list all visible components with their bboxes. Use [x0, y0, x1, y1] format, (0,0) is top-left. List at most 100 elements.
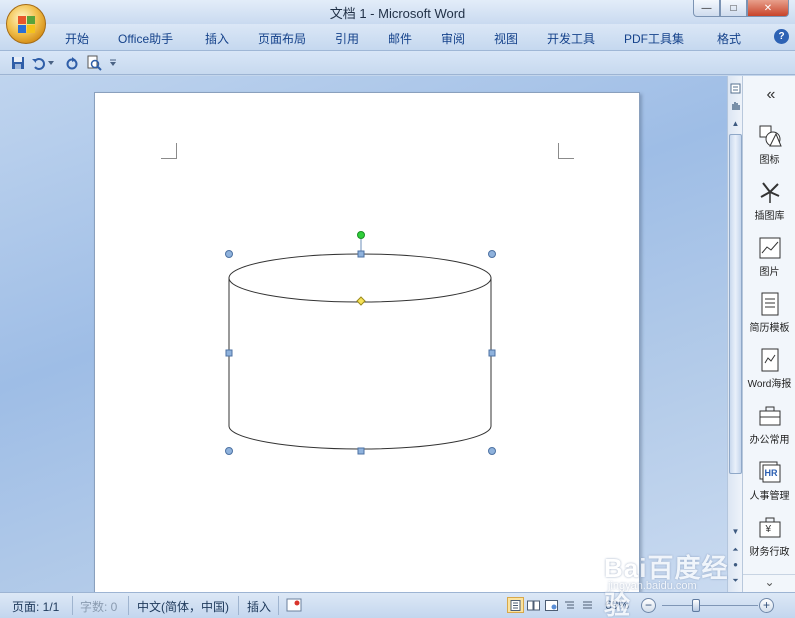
resize-handle-top[interactable]: [357, 250, 365, 258]
tab-page-layout[interactable]: 页面布局: [258, 30, 306, 47]
tab-format[interactable]: 格式: [717, 30, 741, 47]
help-glyph: ?: [778, 31, 785, 42]
side-item-label: 插图库: [754, 211, 785, 222]
side-item-illustrations[interactable]: 插图库: [743, 180, 795, 222]
previous-page-icon[interactable]: ⏶: [729, 542, 742, 557]
language-indicator[interactable]: 中文(简体，中国): [137, 598, 229, 615]
document-workspace: [0, 76, 727, 592]
print-preview-icon[interactable]: [86, 55, 102, 71]
office-logo-icon: [17, 15, 35, 33]
close-button[interactable]: ✕: [747, 0, 789, 17]
status-divider: [238, 596, 239, 615]
maximize-button[interactable]: □: [720, 0, 747, 17]
briefcase-icon: [758, 404, 782, 428]
quick-access-toolbar: [0, 51, 795, 75]
side-item-label: 办公常用: [749, 435, 790, 446]
can-shape[interactable]: [228, 253, 492, 450]
print-layout-view-icon[interactable]: [507, 597, 524, 613]
resize-handle-top-right[interactable]: [488, 250, 496, 258]
office-button[interactable]: [6, 4, 46, 44]
draft-view-icon[interactable]: [579, 597, 596, 613]
side-item-label: 图片: [759, 267, 780, 278]
poster-icon: [758, 348, 782, 372]
vertical-scrollbar[interactable]: ▲ ▼ ⏶ ● ⏷: [727, 76, 742, 592]
next-page-icon[interactable]: ⏷: [729, 573, 742, 588]
undo-dropdown-icon[interactable]: [47, 55, 55, 71]
status-divider: [128, 596, 129, 615]
help-icon[interactable]: ?: [774, 29, 789, 44]
side-item-picture[interactable]: 图片: [743, 236, 795, 278]
ruler-toggle-icon[interactable]: [729, 81, 742, 96]
tab-home[interactable]: 开始: [65, 30, 89, 47]
hand-pan-icon[interactable]: [729, 98, 742, 113]
ribbon-tabs: 开始 Office助手 插入 页面布局 引用 邮件 审阅 视图 开发工具 PDF…: [0, 24, 795, 51]
tab-mailings[interactable]: 邮件: [388, 30, 412, 47]
web-layout-view-icon[interactable]: [543, 597, 560, 613]
maximize-icon: □: [730, 2, 737, 14]
full-screen-reading-icon[interactable]: [525, 597, 542, 613]
tab-pdf-tools[interactable]: PDF工具集: [624, 30, 684, 47]
status-divider: [72, 596, 73, 615]
collapse-panel-icon[interactable]: «: [743, 86, 795, 104]
close-icon: ✕: [763, 2, 773, 14]
scroll-up-icon[interactable]: ▲: [729, 116, 742, 131]
scroll-down-icon[interactable]: ▼: [729, 524, 742, 539]
zoom-out-button[interactable]: −: [641, 598, 656, 613]
resize-handle-bottom-right[interactable]: [488, 447, 496, 455]
status-divider: [278, 596, 279, 615]
yen-badge: ¥: [765, 524, 772, 535]
shapes-icon: [758, 124, 782, 148]
side-item-shapes[interactable]: 图标: [743, 124, 795, 166]
minimize-button[interactable]: —: [693, 0, 720, 17]
resize-handle-bottom-left[interactable]: [225, 447, 233, 455]
picture-icon: [758, 236, 782, 260]
browse-object-icon[interactable]: ●: [729, 557, 742, 572]
tab-insert[interactable]: 插入: [205, 30, 229, 47]
insert-mode[interactable]: 插入: [247, 598, 271, 615]
minimize-icon: —: [701, 2, 712, 14]
tab-developer[interactable]: 开发工具: [547, 30, 595, 47]
windmill-icon: [758, 180, 782, 204]
side-item-label: 人事管理: [749, 491, 790, 502]
side-item-hr[interactable]: HR 人事管理: [743, 460, 795, 502]
save-icon[interactable]: [10, 55, 26, 71]
resume-icon: [758, 292, 782, 316]
side-panel: « 图标 插图库 图片 简历模板 Word海报 办公常用 HR 人事管理 ¥ 财…: [742, 76, 795, 592]
side-item-resume[interactable]: 简历模板: [743, 292, 795, 334]
hr-icon: HR: [758, 460, 782, 484]
undo-icon[interactable]: [30, 55, 46, 71]
redo-icon[interactable]: [64, 55, 80, 71]
zoom-level[interactable]: 69%: [605, 598, 629, 612]
scroll-thumb[interactable]: [729, 134, 742, 474]
status-bar: 页面: 1/1 字数: 0 中文(简体，中国) 插入 69% − +: [0, 592, 795, 618]
macro-record-icon[interactable]: [286, 598, 302, 612]
side-item-office[interactable]: 办公常用: [743, 404, 795, 446]
tab-references[interactable]: 引用: [335, 30, 359, 47]
resize-handle-left[interactable]: [225, 349, 233, 357]
customize-dropdown-icon[interactable]: [108, 55, 118, 71]
zoom-slider-thumb[interactable]: [691, 599, 700, 612]
rotation-handle[interactable]: [357, 231, 365, 239]
side-item-poster[interactable]: Word海报: [743, 348, 795, 390]
zoom-in-button[interactable]: +: [759, 598, 774, 613]
window-controls: — □ ✕: [693, 0, 789, 17]
side-item-label: 简历模板: [749, 323, 790, 334]
document-page[interactable]: [94, 92, 640, 592]
tab-review[interactable]: 审阅: [441, 30, 465, 47]
word-count[interactable]: 字数: 0: [80, 598, 117, 615]
resize-handle-top-left[interactable]: [225, 250, 233, 258]
side-item-label: Word海报: [747, 379, 792, 390]
side-item-finance[interactable]: ¥ 财务行政: [743, 516, 795, 558]
can-shape-canvas: [225, 231, 496, 455]
side-item-label: 图标: [759, 155, 780, 166]
outline-view-icon[interactable]: [561, 597, 578, 613]
side-item-label: 财务行政: [749, 547, 790, 558]
window-title: 文档 1 - Microsoft Word: [329, 6, 466, 21]
panel-more-icon[interactable]: ⌄: [743, 574, 795, 592]
tab-view[interactable]: 视图: [494, 30, 518, 47]
tab-office-assistant[interactable]: Office助手: [118, 30, 173, 47]
zoom-slider-track[interactable]: [662, 605, 758, 606]
resize-handle-right[interactable]: [488, 349, 496, 357]
page-indicator[interactable]: 页面: 1/1: [12, 598, 59, 615]
resize-handle-bottom[interactable]: [357, 447, 365, 455]
